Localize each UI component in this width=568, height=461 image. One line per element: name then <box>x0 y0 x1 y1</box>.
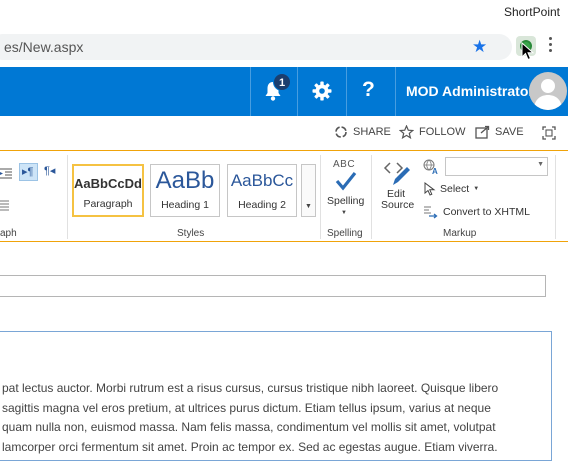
spelling-group-label: Spelling <box>327 228 363 239</box>
text-line: sagittis magna vel eros pretium, at ultr… <box>2 400 491 415</box>
style-sample: AaBbCc <box>230 171 294 190</box>
address-bar[interactable]: es/New.aspx ★ <box>0 34 512 60</box>
style-paragraph[interactable]: AaBbCcDdE Paragraph <box>72 164 144 217</box>
window-titlebar: ShortPoint <box>0 0 568 26</box>
markup-group-label: Markup <box>443 228 477 239</box>
style-sample: AaBbCcDdE <box>74 176 142 191</box>
suite-bar: 1 ? MOD Administrator <box>0 67 568 116</box>
group-divider <box>320 155 321 239</box>
chevron-down-icon: ▼ <box>341 210 347 216</box>
browser-menu-icon[interactable] <box>547 37 553 55</box>
mouse-cursor-icon <box>521 42 535 61</box>
style-caption: Paragraph <box>83 198 133 210</box>
outdent-icon <box>0 168 12 179</box>
save-icon <box>475 125 490 139</box>
page-title-input[interactable] <box>0 275 546 297</box>
style-heading-2[interactable]: AaBbCc Heading 2 <box>227 164 297 217</box>
select-button[interactable]: Select ▼ <box>424 182 479 196</box>
style-heading-1[interactable]: AaBb Heading 1 <box>150 164 220 217</box>
save-button[interactable]: SAVE <box>475 125 524 139</box>
style-caption: Heading 2 <box>238 199 286 211</box>
share-label: SHARE <box>353 126 391 138</box>
edit-source-icon <box>383 162 410 185</box>
align-icon <box>0 200 9 211</box>
ltr-icon: ▸¶ <box>22 166 34 178</box>
chevron-down-icon: ▼ <box>473 186 480 192</box>
style-caption: Heading 1 <box>161 199 209 211</box>
spelling-label: Spelling <box>327 195 365 207</box>
follow-label: FOLLOW <box>419 126 466 138</box>
suite-divider <box>395 67 396 116</box>
style-sample: AaBb <box>155 167 215 194</box>
align-button[interactable] <box>0 198 10 216</box>
ribbon: ▸¶ ¶◂ aph AaBbCcDdE Paragraph AaBb Headi… <box>0 150 568 242</box>
edit-source-label-2: Source <box>381 199 415 211</box>
focus-mode-icon[interactable] <box>542 126 556 140</box>
page-action-bar: SHARE FOLLOW SAVE <box>0 116 568 150</box>
bookmark-star-icon[interactable]: ★ <box>472 38 487 56</box>
checkmark-icon <box>335 172 357 191</box>
select-label: Select <box>440 183 470 195</box>
ltr-button[interactable]: ▸¶ <box>19 163 38 181</box>
app-title: ShortPoint <box>503 5 560 19</box>
convert-label: Convert to XHTML <box>443 206 530 218</box>
rtl-icon[interactable]: ¶◂ <box>44 164 55 177</box>
styles-group-label: Styles <box>177 228 205 239</box>
language-icon[interactable]: A <box>423 159 440 175</box>
gear-icon[interactable] <box>312 81 332 101</box>
group-divider <box>371 155 372 239</box>
text-line: quam nulla non, euismod massa. Nam felis… <box>2 420 496 434</box>
share-icon <box>335 126 347 138</box>
suite-divider <box>346 67 347 116</box>
save-label: SAVE <box>495 126 524 138</box>
person-icon <box>534 79 562 110</box>
pointer-icon <box>424 182 436 196</box>
notification-badge[interactable]: 1 <box>273 73 291 91</box>
spelling-abc-text: ABC <box>333 159 356 170</box>
svg-text:A: A <box>432 167 438 175</box>
text-line: lamcorper orci fermentum sit amet. Proin… <box>2 439 498 454</box>
chevron-down-icon: ▼ <box>537 161 544 168</box>
suite-divider <box>297 67 298 116</box>
help-icon[interactable]: ? <box>362 78 375 102</box>
text-line: pat lectus auctor. Morbi rutrum est a ri… <box>2 381 499 395</box>
url-text[interactable]: es/New.aspx <box>4 39 83 55</box>
chevron-down-icon: ▼ <box>305 203 312 210</box>
follow-button[interactable]: FOLLOW <box>399 125 465 139</box>
spelling-button[interactable]: ABC Spelling ▼ <box>326 157 364 221</box>
avatar[interactable] <box>529 72 567 110</box>
edit-source-button[interactable]: Edit Source <box>378 157 418 221</box>
share-button[interactable]: SHARE <box>334 125 391 139</box>
star-outline-icon <box>399 125 414 139</box>
group-divider <box>67 155 68 239</box>
suite-divider <box>250 67 251 116</box>
numbered-list-button[interactable] <box>0 166 12 184</box>
rich-text-editor[interactable]: pat lectus auctor. Morbi rutrum est a ri… <box>0 331 552 461</box>
language-select[interactable]: ▼ <box>445 157 548 176</box>
user-name[interactable]: MOD Administrator <box>406 83 534 99</box>
group-divider <box>555 155 556 239</box>
browser-toolbar: es/New.aspx ★ <box>0 26 568 66</box>
styles-more-button[interactable]: ▼ <box>301 164 316 217</box>
convert-xhtml-button[interactable]: Convert to XHTML <box>423 205 530 219</box>
paragraph-group-label: aph <box>0 228 17 239</box>
editor-body-text[interactable]: pat lectus auctor. Morbi rutrum est a ri… <box>2 379 542 457</box>
convert-icon <box>424 206 438 219</box>
